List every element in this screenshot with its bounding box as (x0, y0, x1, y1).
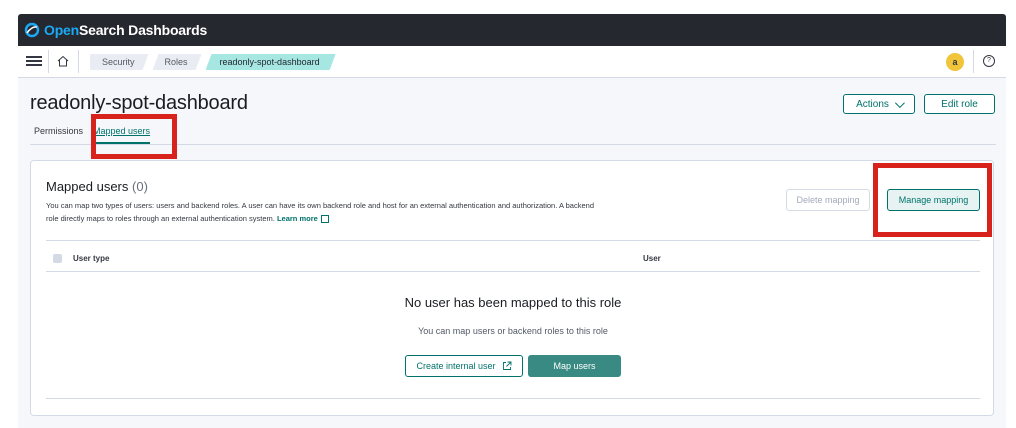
opensearch-logo-icon (24, 22, 40, 38)
empty-state-title: No user has been mapped to this role (404, 295, 622, 310)
mapped-users-panel: Mapped users (0) You can map two types o… (30, 160, 994, 416)
panel-description: You can map two types of users: users an… (46, 199, 606, 225)
hamburger-menu-icon[interactable] (26, 54, 42, 68)
tab-permissions[interactable]: Permissions (34, 126, 83, 144)
map-users-button[interactable]: Map users (528, 355, 621, 377)
column-header-user[interactable]: User (643, 254, 661, 263)
breadcrumb-security[interactable]: Security (90, 54, 149, 70)
app-name: OpenSearch Dashboards (44, 22, 207, 38)
breadcrumb: Security Roles readonly-spot-dashboard (90, 54, 340, 70)
breadcrumb-roles[interactable]: Roles (153, 54, 202, 70)
brand-open-text: Open (44, 22, 79, 38)
external-link-icon (320, 215, 329, 224)
app-frame: OpenSearch Dashboards Security Roles rea… (18, 14, 1006, 428)
delete-mapping-button[interactable]: Delete mapping (786, 189, 870, 211)
external-link-icon (502, 361, 511, 370)
empty-state-subtitle: You can map users or backend roles to th… (418, 326, 608, 336)
app-logo[interactable]: OpenSearch Dashboards (24, 22, 207, 38)
highlight-box-mapped-users-tab (91, 114, 177, 159)
actions-button[interactable]: Actions (843, 94, 915, 114)
top-header: OpenSearch Dashboards (18, 14, 1006, 46)
home-icon[interactable] (56, 54, 70, 68)
breadcrumb-bar: Security Roles readonly-spot-dashboard a… (18, 46, 1006, 78)
column-header-user-type[interactable]: User type (73, 254, 109, 263)
mapped-count: (0) (132, 179, 148, 194)
divider (48, 50, 49, 73)
learn-more-link[interactable]: Learn more (277, 214, 318, 223)
highlight-box-manage-mapping (873, 163, 992, 237)
create-internal-user-button[interactable]: Create internal user (405, 355, 523, 377)
chevron-down-icon (894, 97, 905, 108)
help-icon[interactable]: ? (983, 55, 995, 67)
panel-title: Mapped users (0) (46, 179, 148, 194)
select-all-checkbox[interactable] (53, 254, 62, 263)
panel-title-text: Mapped users (46, 179, 129, 194)
divider (78, 50, 79, 73)
brand-rest-text: Search Dashboards (78, 22, 208, 38)
divider (973, 50, 974, 73)
edit-role-button[interactable]: Edit role (924, 94, 995, 114)
create-internal-user-label: Create internal user (416, 361, 496, 371)
avatar[interactable]: a (946, 53, 964, 71)
divider (46, 398, 980, 399)
breadcrumb-current-role: readonly-spot-dashboard (206, 54, 336, 70)
table-header: User type User (46, 249, 980, 272)
page-title: readonly-spot-dashboard (30, 92, 248, 114)
actions-button-label: Actions (856, 98, 889, 110)
divider (46, 240, 980, 241)
